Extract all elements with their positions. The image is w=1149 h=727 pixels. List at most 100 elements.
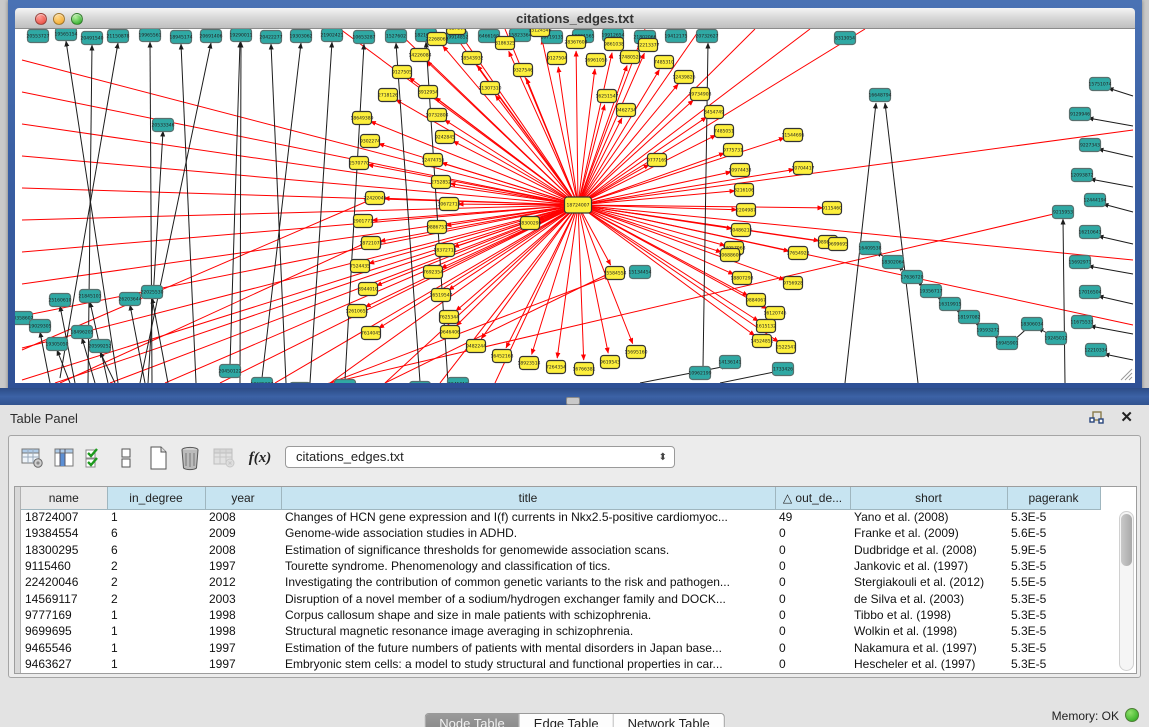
graph-node[interactable]: 11544695 <box>782 129 805 142</box>
graph-node[interactable]: 20732627 <box>696 30 719 43</box>
graph-node[interactable]: 19734903 <box>689 88 712 101</box>
graph-node[interactable]: 18807293 <box>731 272 754 285</box>
graph-node[interactable]: 9699695 <box>828 238 848 251</box>
table-row[interactable]: 2242004622012Investigating the contribut… <box>21 574 1100 590</box>
graph-node[interactable]: 16452163 <box>491 350 514 363</box>
graph-node[interactable]: 3216106 <box>734 184 754 197</box>
memory-status-icon[interactable] <box>1125 708 1139 722</box>
graph-node[interactable]: 12210334 <box>1085 344 1108 357</box>
graph-node[interactable]: 17480523 <box>619 51 642 64</box>
graph-node[interactable]: 20450122 <box>219 365 242 378</box>
graph-node[interactable]: 18945174 <box>170 31 193 44</box>
graph-node[interactable]: 10486216 <box>730 224 753 237</box>
graph-node[interactable]: 8944010 <box>358 283 378 296</box>
graph-node[interactable]: 18685227 <box>251 378 274 384</box>
graph-node[interactable]: 18372713 <box>434 244 457 257</box>
graph-node[interactable]: 22420046 <box>364 192 387 205</box>
graph-node[interactable]: 18724007 <box>565 197 592 213</box>
graph-node[interactable]: 16961056 <box>585 54 608 67</box>
graph-node[interactable]: 9462734 <box>616 104 636 117</box>
graph-node[interactable]: 26203644 <box>119 293 142 306</box>
table-row[interactable]: 946362711997Embryonic stem cells: a mode… <box>21 656 1100 672</box>
graph-node[interactable]: 22025530 <box>141 286 164 299</box>
graph-node[interactable]: 7485310 <box>654 56 674 69</box>
graph-node[interactable]: 18496205 <box>71 326 94 339</box>
graph-node[interactable]: 12093872 <box>1071 169 1094 182</box>
graph-node[interactable]: 14524851 <box>751 335 774 348</box>
graph-node[interactable]: 9227343 <box>1080 139 1101 152</box>
network-window[interactable]: citations_edges.txt 20553727195651542049… <box>8 0 1142 392</box>
graph-node[interactable]: 28367608 <box>565 36 588 49</box>
graph-node[interactable]: 1615132 <box>756 320 776 333</box>
graph-node[interactable]: 20599252 <box>89 340 112 353</box>
graph-node[interactable]: 9886751 <box>427 221 447 234</box>
modify-table-icon[interactable] <box>19 444 45 472</box>
table-row[interactable]: 1938455462009Genome-wide association stu… <box>21 525 1100 541</box>
graph-node[interactable]: 9242845 <box>435 131 455 144</box>
split-divider[interactable] <box>0 388 1149 405</box>
graph-node[interactable]: 15695160 <box>625 346 648 359</box>
graph-node[interactable]: 20553727 <box>27 30 50 43</box>
delete-table-icon[interactable] <box>177 444 203 472</box>
vertical-scrollbar[interactable] <box>1119 511 1134 671</box>
graph-node[interactable]: 19245012 <box>1045 332 1068 345</box>
graph-node[interactable]: 10732804 <box>426 109 449 122</box>
graph-node[interactable]: 9127508 <box>446 29 466 35</box>
import-table-icon[interactable] <box>211 444 237 472</box>
table-row[interactable]: 969969511998Structural magnetic resonanc… <box>21 623 1100 639</box>
graph-node[interactable]: 14136141 <box>719 356 742 369</box>
graph-node[interactable]: 9482244 <box>466 340 486 353</box>
graph-node[interactable]: 16519547 <box>430 289 453 302</box>
column-header-title[interactable]: title <box>281 487 775 509</box>
graph-node[interactable]: 9129946 <box>1070 108 1091 121</box>
graph-node[interactable]: 9775731 <box>723 144 743 157</box>
graph-node[interactable]: 12213377 <box>637 39 660 52</box>
graph-node[interactable]: 21902421 <box>321 29 344 42</box>
graph-node[interactable]: 8313054 <box>835 32 856 45</box>
graph-node[interactable]: 19029305 <box>29 320 52 333</box>
table-row[interactable]: 1830029562008Estimation of significance … <box>21 542 1100 558</box>
graph-node[interactable]: 30672713 <box>438 198 461 211</box>
graph-node[interactable]: 21845103 <box>79 290 102 303</box>
hide-rows-icon[interactable] <box>113 444 139 472</box>
column-header-in_degree[interactable]: in_degree <box>107 487 205 509</box>
graph-node[interactable]: 9646406 <box>440 326 460 339</box>
graph-node[interactable]: 9756928 <box>783 277 803 290</box>
graph-node[interactable]: 18649389 <box>351 112 374 125</box>
function-builder-icon[interactable]: f(x) <box>247 444 273 472</box>
graph-node[interactable]: 18302064 <box>882 256 905 269</box>
graph-node[interactable]: 9115460 <box>822 202 842 215</box>
graph-node[interactable]: 17554300 <box>334 380 357 384</box>
graph-node[interactable]: 2570770 <box>349 157 369 170</box>
graph-node[interactable]: 2901771 <box>353 215 373 228</box>
table-row[interactable]: 1456911722003Disruption of a novel membe… <box>21 590 1100 606</box>
graph-node[interactable]: 18300295 <box>519 217 542 230</box>
graph-node[interactable]: 16409538 <box>859 242 882 255</box>
graph-node[interactable]: 9215953 <box>1053 206 1074 219</box>
graph-node[interactable]: 17654923 <box>787 247 810 260</box>
graph-node[interactable]: 9861038 <box>604 38 624 51</box>
select-all-icon[interactable] <box>81 444 107 472</box>
graph-node[interactable]: 9127505 <box>392 66 412 79</box>
column-header-short[interactable]: short <box>850 487 1007 509</box>
graph-node[interactable]: 18721075 <box>360 237 383 250</box>
graph-node[interactable]: 7625344 <box>439 311 459 324</box>
graph-node[interactable]: 7524435 <box>350 260 370 273</box>
graph-node[interactable]: 9777169 <box>647 154 667 167</box>
graph-node[interactable]: 10653287 <box>353 31 376 44</box>
graph-node[interactable]: 10962199 <box>689 367 712 380</box>
table-selector-combo[interactable]: citations_edges.txt ⬍ <box>285 446 675 468</box>
graph-node[interactable]: 7264354 <box>546 361 566 374</box>
graph-node[interactable]: 21307310 <box>479 82 502 95</box>
graph-node[interactable]: 19593272 <box>977 324 1000 337</box>
graph-node[interactable]: 7692354 <box>423 266 443 279</box>
graph-node[interactable]: 9619543 <box>600 356 620 369</box>
table-row[interactable]: 911546021997Tourette syndrome. Phenomeno… <box>21 558 1100 574</box>
graph-node[interactable]: 15751074 <box>1089 78 1112 91</box>
graph-node[interactable]: 2718126 <box>378 89 398 102</box>
graph-node[interactable]: 19303062 <box>290 30 313 43</box>
graph-node[interactable]: 7614045 <box>361 327 381 340</box>
graph-node[interactable]: 19290011 <box>230 29 253 42</box>
column-header-pagerank[interactable]: pagerank <box>1007 487 1100 509</box>
graph-node[interactable]: 20491540 <box>81 32 104 45</box>
